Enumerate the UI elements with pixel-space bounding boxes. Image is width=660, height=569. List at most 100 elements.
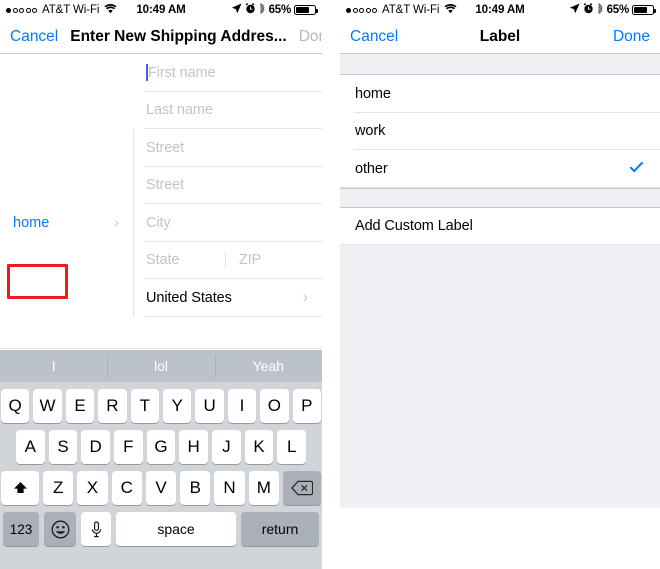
first-name-row[interactable]: First name: [133, 54, 322, 92]
list-bottom-filler: [340, 245, 660, 508]
panel-gutter: [322, 0, 340, 569]
done-button-left[interactable]: Done: [289, 28, 322, 46]
shift-up-arrow-icon[interactable]: [1, 471, 40, 505]
location-arrow-icon-right: [569, 3, 580, 17]
battery-icon-right: [632, 5, 656, 15]
signal-strength-dots: [6, 7, 37, 13]
chevron-right-icon-label: ›: [114, 214, 119, 232]
checkmark-icon: [629, 160, 644, 178]
screenshot-root: AT&T Wi-Fi 10:49 AM 65% Cancel Enter New…: [0, 0, 660, 569]
battery-icon: [294, 5, 318, 15]
numeric-keyboard-button[interactable]: 123: [3, 512, 39, 546]
annotation-highlight-box: [7, 264, 68, 299]
key-t[interactable]: T: [130, 389, 159, 423]
address-label-row[interactable]: home ›: [0, 204, 133, 242]
list-header-gap: [340, 54, 660, 75]
key-f[interactable]: F: [114, 430, 143, 464]
microphone-icon[interactable]: [81, 512, 111, 546]
key-v[interactable]: V: [145, 471, 177, 505]
label-option-home-text: home: [355, 85, 391, 102]
signal-strength-dots-right: [346, 7, 377, 13]
street-2-row[interactable]: Street: [133, 166, 322, 204]
nav-bar-left: Cancel Enter New Shipping Addres... Done: [0, 20, 322, 54]
alarm-clock-icon-right: [583, 3, 594, 17]
key-d[interactable]: D: [81, 430, 110, 464]
key-o[interactable]: O: [260, 389, 289, 423]
key-s[interactable]: S: [48, 430, 78, 464]
suggestion-0[interactable]: I: [0, 350, 107, 382]
key-h[interactable]: H: [179, 430, 209, 464]
suggestion-2[interactable]: Yeah: [214, 350, 322, 382]
smiley-emoji-icon[interactable]: [44, 512, 76, 546]
keyboard-row-4: 123 space return: [0, 505, 322, 546]
status-bar-carrier-group-right: AT&T Wi-Fi: [346, 3, 457, 17]
status-bar-left: AT&T Wi-Fi 10:49 AM 65%: [0, 0, 322, 20]
key-g[interactable]: G: [146, 430, 176, 464]
last-name-row[interactable]: Last name: [133, 91, 322, 129]
predictive-text-bar: I lol Yeah: [0, 350, 322, 382]
virtual-keyboard: I lol Yeah Q W E R T Y U I O P A S D F G…: [0, 350, 322, 569]
zip-field-wrap[interactable]: ZIP: [225, 252, 322, 269]
key-a[interactable]: A: [15, 430, 45, 464]
status-bar-right: AT&T Wi-Fi 10:49 AM 65%: [340, 0, 660, 20]
key-q[interactable]: Q: [0, 389, 30, 423]
key-b[interactable]: B: [180, 471, 211, 505]
city-input[interactable]: City: [133, 215, 171, 231]
key-w[interactable]: W: [33, 389, 62, 423]
key-n[interactable]: N: [214, 471, 245, 505]
label-option-work[interactable]: work: [340, 112, 660, 150]
add-custom-label-text: Add Custom Label: [355, 218, 473, 235]
country-row[interactable]: United States ›: [133, 279, 322, 317]
space-key[interactable]: space: [116, 512, 236, 546]
label-option-work-text: work: [355, 123, 386, 140]
last-name-input[interactable]: Last name: [133, 102, 213, 118]
key-k[interactable]: K: [244, 430, 274, 464]
carrier-name: AT&T Wi-Fi: [42, 4, 100, 16]
key-y[interactable]: Y: [163, 389, 192, 423]
state-input[interactable]: State: [133, 252, 179, 268]
keyboard-row-1: Q W E R T Y U I O P: [0, 382, 322, 423]
address-label-value[interactable]: home: [0, 215, 49, 231]
city-row[interactable]: City: [133, 204, 322, 242]
wifi-icon: [104, 3, 117, 17]
street-1-input[interactable]: Street: [133, 140, 184, 156]
return-key[interactable]: return: [241, 512, 319, 546]
street-2-input[interactable]: Street: [133, 177, 184, 193]
suggestion-1[interactable]: lol: [107, 350, 214, 382]
status-bar-indicators-right: 65%: [569, 2, 656, 17]
chevron-right-icon-country: ›: [302, 288, 308, 306]
form-bottom-divider: [0, 348, 322, 349]
page-title-left: Enter New Shipping Addres...: [70, 27, 287, 45]
battery-percent-label-right: 65%: [606, 4, 630, 16]
country-value: United States: [146, 289, 232, 306]
key-l[interactable]: L: [277, 430, 307, 464]
backspace-delete-icon[interactable]: [282, 471, 321, 505]
nav-bar-right: Cancel Label Done: [340, 20, 660, 54]
key-p[interactable]: P: [292, 389, 322, 423]
street-1-row[interactable]: Street: [133, 129, 322, 167]
done-button-right[interactable]: Done: [603, 28, 660, 46]
zip-input[interactable]: ZIP: [226, 252, 261, 268]
address-form-fields: First name Last name Street Street City …: [133, 54, 322, 317]
key-u[interactable]: U: [195, 389, 224, 423]
state-field-wrap[interactable]: State: [133, 252, 225, 268]
key-m[interactable]: M: [248, 471, 279, 505]
location-arrow-icon: [231, 3, 242, 17]
key-c[interactable]: C: [111, 471, 142, 505]
key-e[interactable]: E: [65, 389, 95, 423]
key-r[interactable]: R: [98, 389, 127, 423]
label-column: home ›: [0, 204, 133, 242]
right-panel-label-picker: AT&T Wi-Fi 10:49 AM 65% Cancel Label Don…: [340, 0, 660, 569]
state-zip-row: State ZIP: [133, 241, 322, 279]
add-custom-label-row[interactable]: Add Custom Label: [340, 207, 660, 245]
label-option-other[interactable]: other: [340, 150, 660, 188]
key-j[interactable]: J: [212, 430, 241, 464]
first-name-input[interactable]: First name: [147, 65, 216, 81]
label-option-home[interactable]: home: [340, 75, 660, 113]
key-x[interactable]: X: [77, 471, 108, 505]
key-i[interactable]: I: [227, 389, 257, 423]
cancel-button-left[interactable]: Cancel: [0, 28, 68, 46]
key-z[interactable]: Z: [43, 471, 74, 505]
status-bar-indicators: 65%: [231, 2, 318, 17]
cancel-button-right[interactable]: Cancel: [340, 28, 408, 46]
